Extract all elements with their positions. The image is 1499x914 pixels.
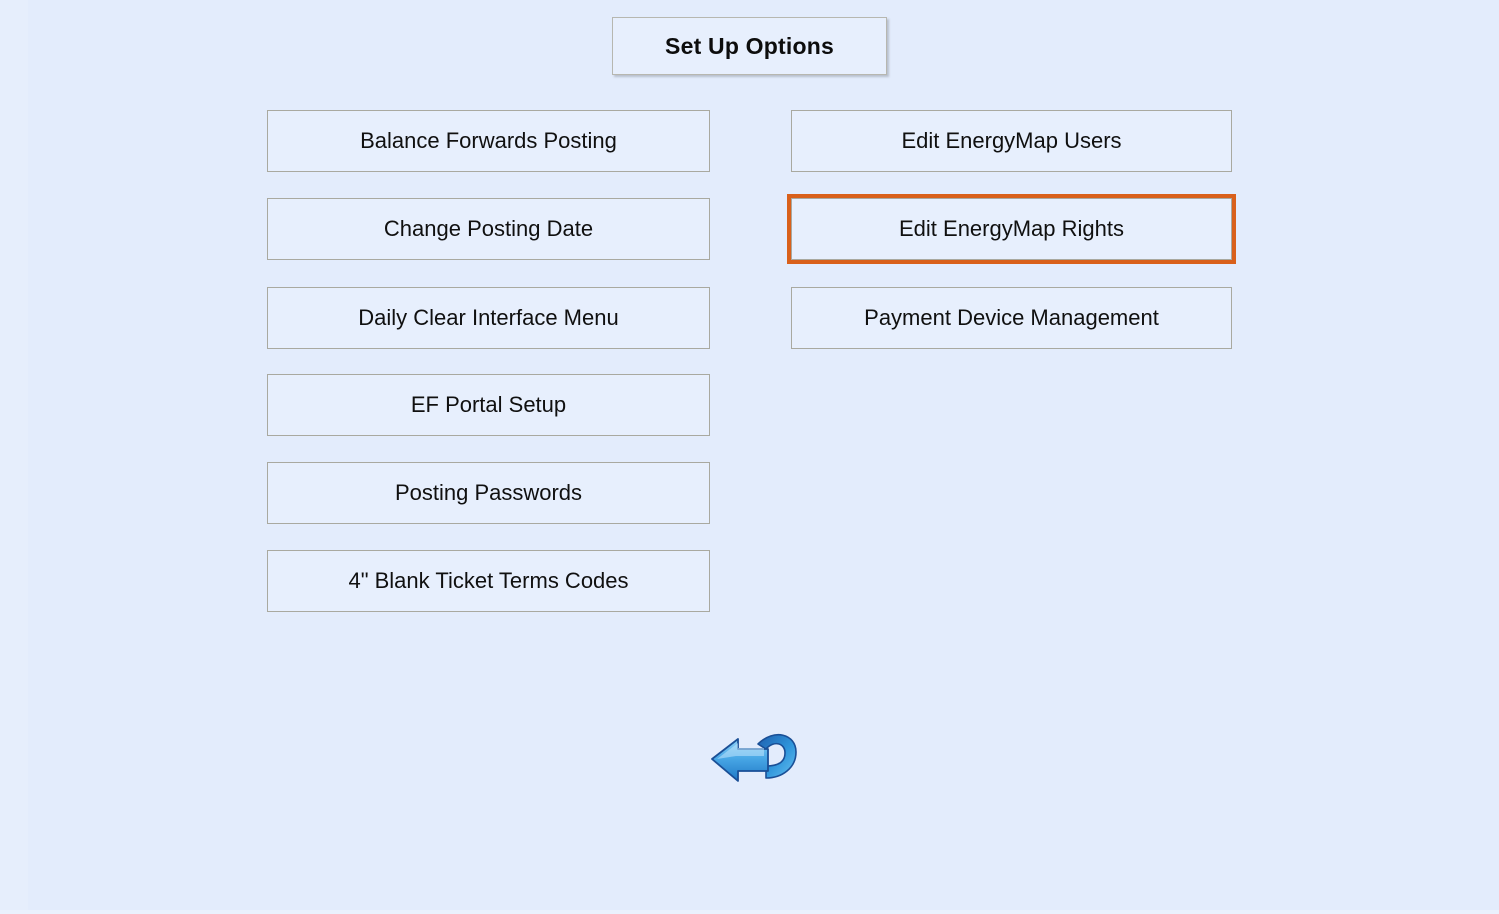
edit-energymap-rights-button[interactable]: Edit EnergyMap Rights [791,198,1232,260]
posting-passwords-label: Posting Passwords [394,480,583,505]
balance-forwards-posting-button[interactable]: Balance Forwards Posting [267,110,710,172]
ef-portal-setup-button[interactable]: EF Portal Setup [267,374,710,436]
edit-energymap-users-label: Edit EnergyMap Users [901,128,1122,153]
change-posting-date-label: Change Posting Date [383,216,594,241]
posting-passwords-button[interactable]: Posting Passwords [267,462,710,524]
page-title: Set Up Options [612,17,887,75]
balance-forwards-posting-label: Balance Forwards Posting [360,128,617,153]
payment-device-management-label: Payment Device Management [864,305,1159,330]
ef-portal-setup-label: EF Portal Setup [410,392,567,417]
daily-clear-interface-menu-button[interactable]: Daily Clear Interface Menu [267,287,710,349]
daily-clear-interface-menu-label: Daily Clear Interface Menu [358,305,619,330]
page-title-label: Set Up Options [665,32,834,59]
panel-bottom-edge [0,910,1499,914]
edit-energymap-rights-label: Edit EnergyMap Rights [899,216,1124,241]
edit-energymap-users-button[interactable]: Edit EnergyMap Users [791,110,1232,172]
back-arrow-button[interactable] [708,726,800,788]
blank-ticket-terms-codes-label: 4" Blank Ticket Terms Codes [348,568,629,593]
back-arrow-icon [711,733,797,782]
blank-ticket-terms-codes-button[interactable]: 4" Blank Ticket Terms Codes [267,550,710,612]
panel-left-edge [0,0,28,914]
change-posting-date-button[interactable]: Change Posting Date [267,198,710,260]
set-up-options-screen: Set Up Options Balance Forwards Posting … [0,0,1499,914]
payment-device-management-button[interactable]: Payment Device Management [791,287,1232,349]
